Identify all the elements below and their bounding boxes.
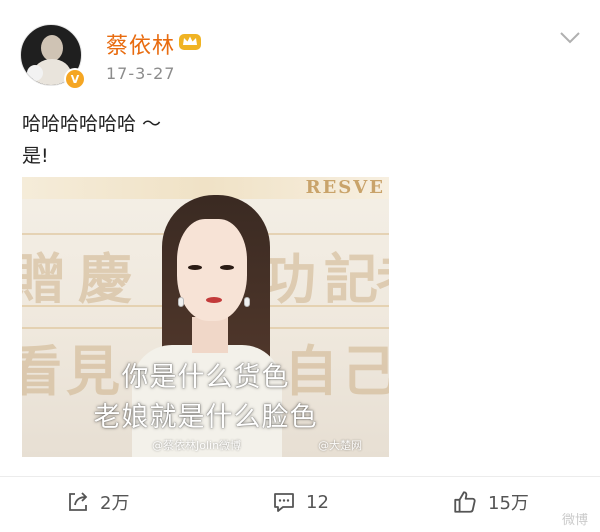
woman-lips xyxy=(206,297,222,303)
image-watermark: @蔡依林Jolin微博 xyxy=(152,439,242,452)
woman-eye xyxy=(188,265,202,270)
like-count: 15万 xyxy=(488,493,529,514)
repost-icon xyxy=(69,492,88,511)
post-text-line: 哈哈哈哈哈哈 ～ xyxy=(22,113,162,135)
image-caption-line: 你是什么货色 xyxy=(121,362,290,393)
weibo-post-card: V 蔡依林 17-3-27 哈哈哈哈哈哈 ～ 是! RESVE 贈 慶 功 記 … xyxy=(0,0,600,532)
post-timestamp[interactable]: 17-3-27 xyxy=(106,64,175,83)
comment-button[interactable]: 12 xyxy=(272,487,329,517)
earring xyxy=(244,297,250,307)
like-button[interactable]: 15万 xyxy=(452,487,529,517)
divider xyxy=(0,476,600,477)
woman-eye xyxy=(220,265,234,270)
backdrop-char: 功 xyxy=(262,247,316,311)
woman-face xyxy=(177,219,247,321)
username[interactable]: 蔡依林 xyxy=(106,28,175,60)
verified-badge-icon: V xyxy=(64,68,86,90)
avatar-face xyxy=(41,35,63,61)
thumbs-up-icon xyxy=(454,491,476,513)
backdrop-char: 者 xyxy=(376,235,389,314)
chevron-down-icon[interactable] xyxy=(558,30,582,46)
comment-count: 12 xyxy=(306,491,329,513)
backdrop-banner-text: RESVE xyxy=(305,177,385,198)
image-caption-line: 老娘就是什么脸色 xyxy=(93,402,318,433)
post-text: 哈哈哈哈哈哈 ～ 是! xyxy=(22,108,161,172)
post-text-line: 是! xyxy=(22,145,49,167)
image-watermark: @大楚网 xyxy=(318,439,362,452)
backdrop-char: 贈 xyxy=(22,247,66,311)
woman-neck xyxy=(192,317,228,353)
earring xyxy=(178,297,184,307)
avatar-dog xyxy=(27,65,43,81)
corner-watermark: 微博 xyxy=(561,513,588,528)
post-image[interactable]: RESVE 贈 慶 功 記 者 看 見 自 己 你是什么货色 老娘就是什么脸色 … xyxy=(22,177,389,457)
repost-count: 2万 xyxy=(100,493,130,514)
repost-button[interactable]: 2万 xyxy=(66,487,129,517)
comment-icon xyxy=(274,493,294,512)
backdrop-char: 記 xyxy=(324,247,378,311)
vip-crown-icon xyxy=(179,34,201,50)
backdrop-char: 慶 xyxy=(78,247,132,311)
